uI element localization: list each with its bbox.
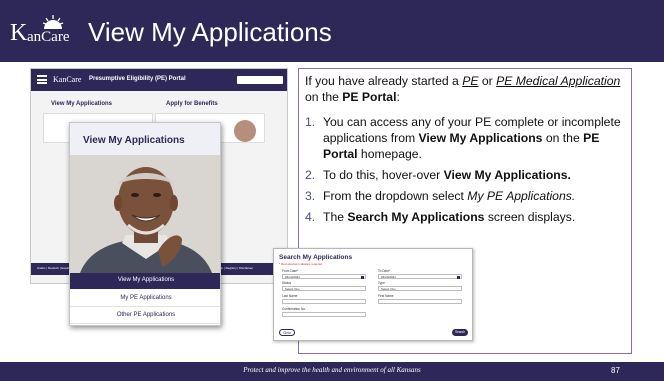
smiling-man-photo [70, 155, 220, 273]
clear-button[interactable]: Clear [279, 329, 295, 336]
from-date-label: From Date* [282, 269, 299, 273]
step-text: The [323, 210, 348, 224]
pe-portal-term: PE Portal [342, 90, 397, 104]
list-item: 2. To do this, hover-over View My Applica… [305, 167, 627, 183]
step-number: 2. [305, 168, 316, 182]
step-number: 3. [305, 189, 316, 203]
menu-view-my-applications[interactable]: View My Applications [70, 273, 220, 289]
from-date-value: 04/12/2021 [285, 275, 301, 279]
search-button[interactable]: Search [452, 329, 468, 336]
list-item: 1. You can access any of your PE complete… [305, 114, 627, 162]
intro-text: If you have already started a PE or PE M… [305, 73, 625, 105]
calendar-icon[interactable] [361, 276, 364, 279]
to-date-field[interactable]: 04/26/2021 [378, 274, 462, 279]
title-bar: K anCare View My Applications [0, 0, 664, 62]
portal-logo: KanCare [53, 75, 82, 84]
status-select[interactable]: Select One [282, 286, 366, 291]
portrait-image [70, 155, 220, 273]
status-value: Select One [285, 287, 300, 291]
step-number: 4. [305, 210, 316, 224]
slide-title: View My Applications [88, 17, 332, 47]
tab-apply-for-benefits[interactable]: Apply for Benefits [166, 101, 218, 107]
hamburger-menu-icon[interactable] [37, 75, 47, 84]
type-label: Type [378, 281, 385, 285]
search-form-title: Search My Applications [279, 254, 353, 261]
step-bold: Search My Applications [347, 210, 485, 224]
popup-title: View My Applications [83, 135, 185, 146]
from-date-field[interactable]: 04/12/2021 [282, 274, 366, 279]
page-number: 87 [611, 366, 620, 375]
required-note: * Red asterisk indicates required [279, 262, 323, 266]
confirmation-label: Confirmation No. [282, 307, 306, 311]
logo-text: anCare [27, 29, 70, 45]
to-date-label: To Date* [378, 269, 391, 273]
popup-header: View My Applications [70, 123, 220, 155]
view-my-applications-popup: View My Applications View My Application… [69, 122, 221, 326]
portal-footer-left[interactable]: Arabic | Deutsch | Español [37, 266, 72, 270]
last-name-label: Last Name [282, 294, 298, 298]
footer-tagline: Protect and improve the health and envir… [243, 366, 421, 374]
kancare-logo: K anCare [10, 14, 76, 48]
search-my-applications-form: Search My Applications * Red asterisk in… [273, 248, 473, 341]
type-select[interactable]: Select One [378, 286, 462, 291]
first-name-field[interactable] [378, 299, 462, 304]
step-number: 1. [305, 115, 316, 129]
tab-view-my-applications[interactable]: View My Applications [51, 101, 112, 107]
sun-icon [42, 15, 64, 29]
footer-bar: Protect and improve the health and envir… [0, 362, 664, 381]
step-bold: View My Applications. [443, 168, 571, 182]
pe-medical-application-term: PE Medical Application [496, 74, 621, 88]
portal-footer-right[interactable]: Help | Registry | Disclaimer [217, 266, 253, 270]
intro-part: : [396, 90, 400, 104]
type-value: Select One [381, 287, 396, 291]
step-text: From the dropdown select [323, 189, 468, 203]
portal-title: Presumptive Eligibility (PE) Portal [89, 76, 186, 82]
menu-my-pe-applications[interactable]: My PE Applications [70, 291, 220, 307]
slide: K anCare View My Applications KanCare Pr… [0, 0, 664, 381]
last-name-field[interactable] [282, 299, 366, 304]
step-italic: My PE Applications. [467, 189, 576, 203]
status-label: Status [282, 281, 292, 285]
confirmation-field[interactable] [282, 312, 366, 317]
portal-search-input[interactable] [237, 76, 283, 84]
list-item: 4. The Search My Applications screen disp… [305, 209, 627, 225]
menu-other-pe-applications[interactable]: Other PE Applications [70, 308, 220, 324]
intro-part: If you have already started a [305, 74, 463, 88]
step-text: homepage. [357, 147, 422, 161]
step-text: screen displays. [484, 210, 576, 224]
intro-part: on the [305, 90, 343, 104]
to-date-value: 04/26/2021 [381, 275, 397, 279]
portal-header: KanCare Presumptive Eligibility (PE) Por… [31, 69, 287, 91]
step-text: To do this, hover-over [323, 168, 444, 182]
intro-part: or [478, 74, 497, 88]
calendar-icon[interactable] [457, 276, 460, 279]
list-item: 3. From the dropdown select My PE Applica… [305, 188, 627, 204]
first-name-label: First Name [378, 294, 394, 298]
step-text: on the [542, 131, 584, 145]
step-bold: View My Applications [418, 131, 543, 145]
pe-term: PE [462, 74, 479, 88]
steps-list: 1. You can access any of your PE complete… [305, 114, 627, 230]
logo-k: K [10, 20, 28, 46]
